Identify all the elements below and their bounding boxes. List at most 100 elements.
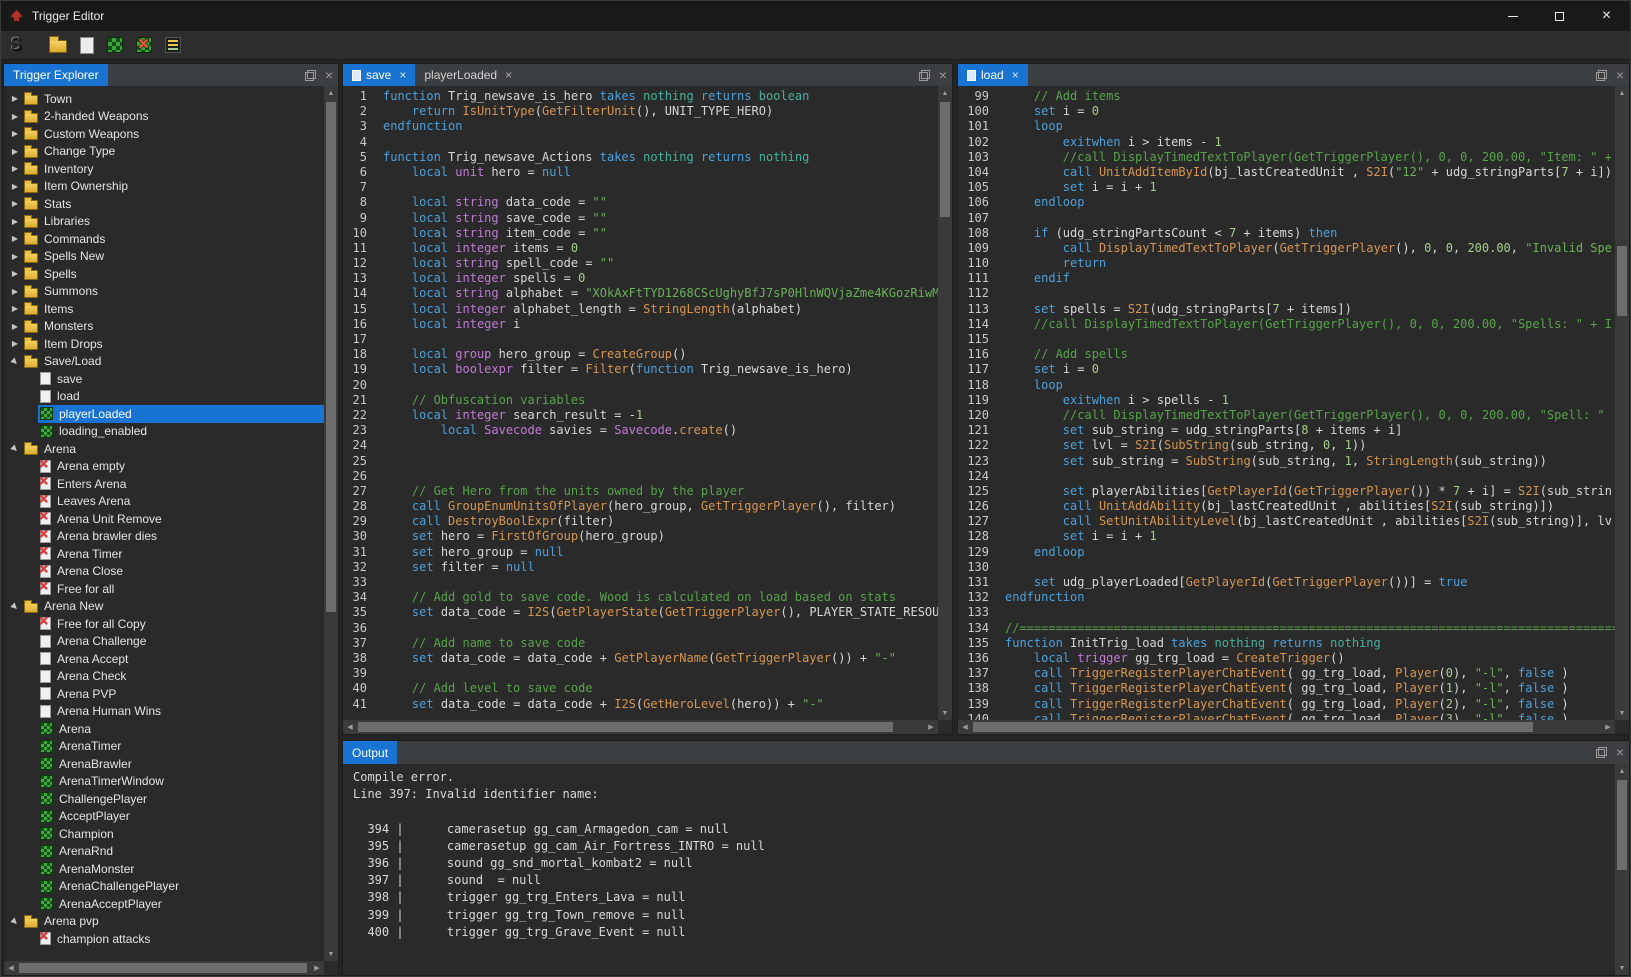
tree-item-arena-new[interactable]: ▶Arena New	[4, 598, 324, 616]
tree-item-item-drops[interactable]: ▶Item Drops	[4, 335, 324, 353]
scroll-up-icon[interactable]: ▲	[1615, 86, 1629, 100]
scroll-right-icon[interactable]: ▶	[1601, 720, 1615, 734]
expand-arrow-icon[interactable]: ▶	[8, 199, 22, 208]
scrollbar-thumb[interactable]	[1617, 780, 1627, 870]
explorer-vertical-scrollbar[interactable]: ▲ ▼	[324, 86, 338, 961]
tree-item-stats[interactable]: ▶Stats	[4, 195, 324, 213]
expand-arrow-icon[interactable]: ▶	[8, 269, 22, 278]
tree-item-summons[interactable]: ▶Summons	[4, 283, 324, 301]
tree-item-arenatimer[interactable]: ArenaTimer	[4, 738, 324, 756]
maximize-button[interactable]	[1536, 1, 1583, 31]
scroll-right-icon[interactable]: ▶	[924, 720, 938, 734]
tree-item-load[interactable]: load	[4, 388, 324, 406]
scrollbar-thumb[interactable]	[940, 102, 950, 217]
close-tab-icon[interactable]: ×	[1012, 69, 1019, 81]
load-editor-horizontal-scrollbar[interactable]: ◀ ▶	[958, 720, 1615, 734]
tree-item-save-load[interactable]: ▶Save/Load	[4, 353, 324, 371]
tree-item-arena-brawler-dies[interactable]: ×Arena brawler dies	[4, 528, 324, 546]
close-panel-icon[interactable]: ×	[1616, 745, 1624, 759]
tree-item-spells-new[interactable]: ▶Spells New	[4, 248, 324, 266]
scroll-left-icon[interactable]: ◀	[958, 720, 972, 734]
save-editor-vertical-scrollbar[interactable]: ▲ ▼	[938, 86, 952, 720]
collapse-arrow-icon[interactable]: ▶	[7, 598, 23, 614]
expand-arrow-icon[interactable]: ▶	[8, 112, 22, 121]
scroll-up-icon[interactable]: ▲	[1615, 764, 1629, 778]
scroll-up-icon[interactable]: ▲	[324, 86, 338, 100]
tree-item-arenamonster[interactable]: ArenaMonster	[4, 860, 324, 878]
tree-item-playerloaded[interactable]: playerLoaded	[4, 405, 324, 423]
load-editor-body[interactable]: 99 // Add items100 set i = 0101 loop102 …	[958, 86, 1615, 720]
tree-item-arena-challenge[interactable]: Arena Challenge	[4, 633, 324, 651]
output-body[interactable]: Compile error.Line 397: Invalid identifi…	[343, 764, 1615, 975]
tab-load[interactable]: load ×	[958, 64, 1028, 86]
script-list-icon[interactable]	[165, 37, 181, 53]
float-panel-icon[interactable]	[1596, 747, 1607, 758]
minimize-button[interactable]	[1489, 1, 1536, 31]
tree-item-2-handed-weapons[interactable]: ▶2-handed Weapons	[4, 108, 324, 126]
tree-item-custom-weapons[interactable]: ▶Custom Weapons	[4, 125, 324, 143]
tree-item-arena-timer[interactable]: ×Arena Timer	[4, 545, 324, 563]
tree-item-arena-unit-remove[interactable]: ×Arena Unit Remove	[4, 510, 324, 528]
expand-arrow-icon[interactable]: ▶	[8, 147, 22, 156]
explorer-title-tab[interactable]: Trigger Explorer	[4, 64, 108, 86]
tree-item-items[interactable]: ▶Items	[4, 300, 324, 318]
tree-item-leaves-arena[interactable]: ×Leaves Arena	[4, 493, 324, 511]
tab-playerloaded[interactable]: playerLoaded ×	[415, 64, 521, 86]
tree-item-libraries[interactable]: ▶Libraries	[4, 213, 324, 231]
tree-item-arena-pvp[interactable]: ▶Arena pvp	[4, 913, 324, 931]
tree-item-arenabrawler[interactable]: ArenaBrawler	[4, 755, 324, 773]
tree-item-arena[interactable]: ▶Arena	[4, 440, 324, 458]
tree-item-save[interactable]: save	[4, 370, 324, 388]
scroll-left-icon[interactable]: ◀	[343, 720, 357, 734]
new-trigger-icon[interactable]	[107, 37, 123, 53]
expand-arrow-icon[interactable]: ▶	[8, 339, 22, 348]
tree-item-town[interactable]: ▶Town	[4, 90, 324, 108]
close-tab-icon[interactable]: ×	[399, 69, 406, 81]
tree-item-change-type[interactable]: ▶Change Type	[4, 143, 324, 161]
float-panel-icon[interactable]	[919, 70, 930, 81]
tree-item-item-ownership[interactable]: ▶Item Ownership	[4, 178, 324, 196]
scrollbar-thumb[interactable]	[1617, 246, 1627, 316]
scroll-left-icon[interactable]: ◀	[4, 961, 18, 975]
disable-trigger-icon[interactable]	[136, 37, 152, 53]
save-editor-horizontal-scrollbar[interactable]: ◀ ▶	[343, 720, 938, 734]
tree-item-loading-enabled[interactable]: loading_enabled	[4, 423, 324, 441]
float-panel-icon[interactable]	[305, 70, 316, 81]
close-button[interactable]: ×	[1583, 1, 1630, 31]
new-file-icon[interactable]	[80, 37, 94, 54]
save-editor-body[interactable]: 1function Trig_newsave_is_hero takes not…	[343, 86, 938, 720]
sharpcraft-logo-icon[interactable]: S	[11, 34, 22, 56]
scroll-up-icon[interactable]: ▲	[938, 86, 952, 100]
scrollbar-thumb[interactable]	[19, 963, 307, 973]
tree-item-arena-close[interactable]: ×Arena Close	[4, 563, 324, 581]
load-editor-vertical-scrollbar[interactable]: ▲ ▼	[1615, 86, 1629, 720]
expand-arrow-icon[interactable]: ▶	[8, 304, 22, 313]
collapse-arrow-icon[interactable]: ▶	[7, 441, 23, 457]
tab-output[interactable]: Output	[343, 741, 397, 764]
scroll-down-icon[interactable]: ▼	[324, 947, 338, 961]
scrollbar-thumb[interactable]	[973, 722, 1533, 732]
tree-item-free-for-all[interactable]: ×Free for all	[4, 580, 324, 598]
expand-arrow-icon[interactable]: ▶	[8, 234, 22, 243]
tree-item-champion-attacks[interactable]: ×champion attacks	[4, 930, 324, 948]
scrollbar-thumb[interactable]	[358, 722, 893, 732]
scroll-right-icon[interactable]: ▶	[310, 961, 324, 975]
tree-item-monsters[interactable]: ▶Monsters	[4, 318, 324, 336]
tree-item-arenachallengeplayer[interactable]: ArenaChallengePlayer	[4, 878, 324, 896]
scroll-down-icon[interactable]: ▼	[938, 706, 952, 720]
tree-item-arenaacceptplayer[interactable]: ArenaAcceptPlayer	[4, 895, 324, 913]
float-panel-icon[interactable]	[1596, 70, 1607, 81]
expand-arrow-icon[interactable]: ▶	[8, 252, 22, 261]
tree-item-acceptplayer[interactable]: AcceptPlayer	[4, 808, 324, 826]
expand-arrow-icon[interactable]: ▶	[8, 182, 22, 191]
close-panel-icon[interactable]: ×	[1616, 68, 1624, 82]
scrollbar-thumb[interactable]	[326, 102, 336, 612]
close-panel-icon[interactable]: ×	[325, 68, 333, 82]
scroll-down-icon[interactable]: ▼	[1615, 706, 1629, 720]
tree-item-free-for-all-copy[interactable]: ×Free for all Copy	[4, 615, 324, 633]
close-panel-icon[interactable]: ×	[939, 68, 947, 82]
tree-item-arena-check[interactable]: Arena Check	[4, 668, 324, 686]
tree-item-spells[interactable]: ▶Spells	[4, 265, 324, 283]
expand-arrow-icon[interactable]: ▶	[8, 164, 22, 173]
tree-item-arena-empty[interactable]: ×Arena empty	[4, 458, 324, 476]
